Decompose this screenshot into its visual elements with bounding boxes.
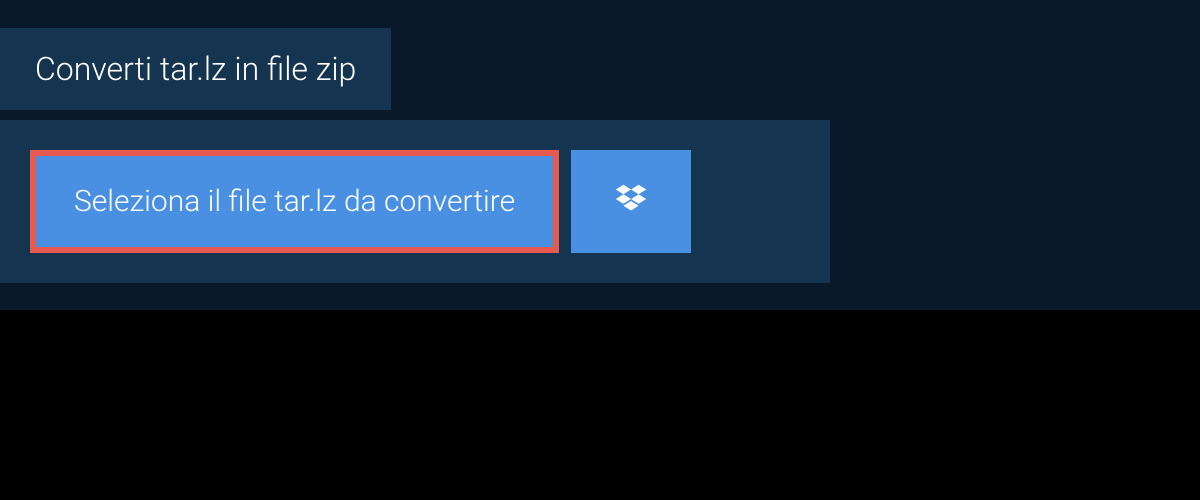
upload-panel: Seleziona il file tar.lz da convertire: [0, 120, 830, 283]
page-title: Converti tar.lz in file zip: [0, 28, 391, 110]
dropbox-button[interactable]: [571, 150, 691, 253]
dropbox-icon: [612, 181, 650, 222]
select-file-button[interactable]: Seleziona il file tar.lz da convertire: [30, 150, 559, 253]
bottom-area: [0, 310, 1200, 500]
